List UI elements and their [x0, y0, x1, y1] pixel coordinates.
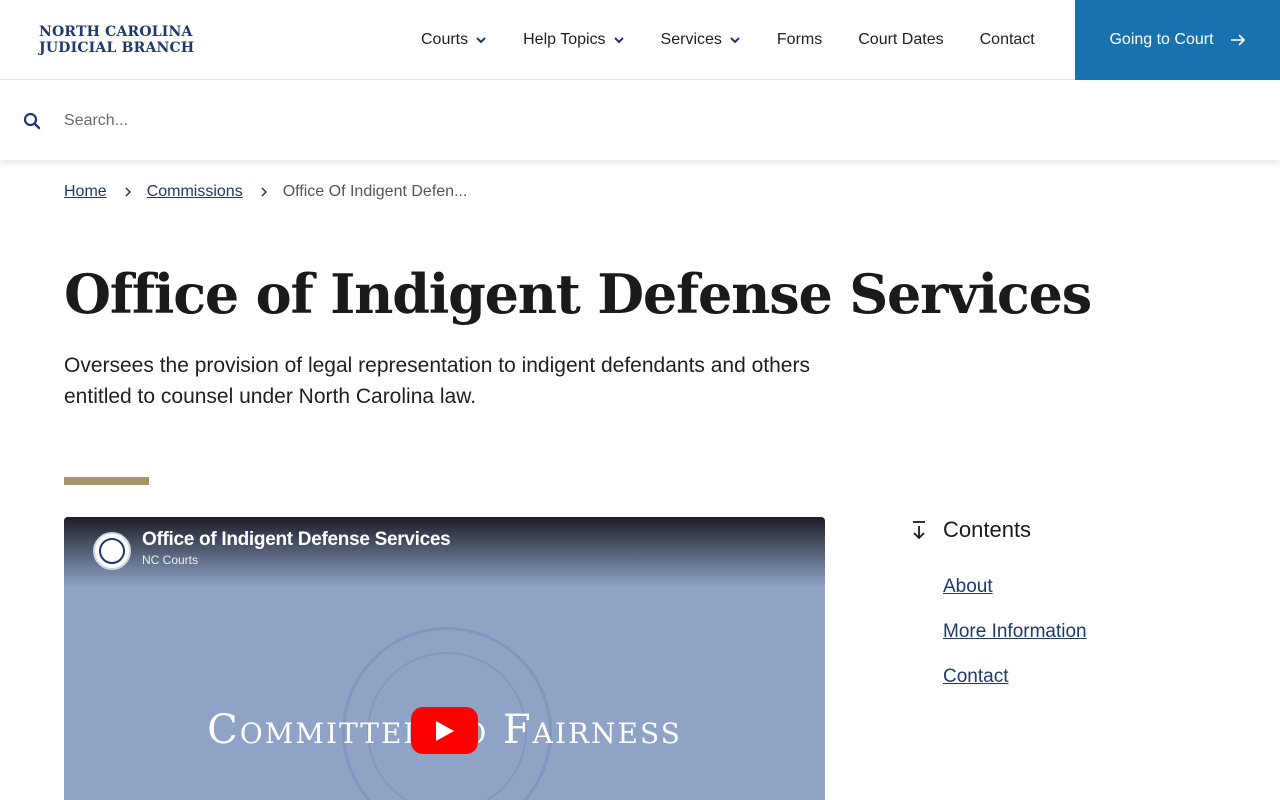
chevron-right-icon — [260, 187, 268, 197]
chevron-right-icon — [124, 187, 132, 197]
chevron-down-icon — [475, 34, 487, 46]
nav-forms[interactable]: Forms — [759, 0, 840, 80]
arrow-right-icon — [1230, 33, 1246, 47]
nav-contact[interactable]: Contact — [962, 0, 1053, 80]
list-item: About — [943, 576, 1087, 621]
breadcrumb: Home Commissions Office Of Indigent Defe… — [64, 183, 467, 201]
site-logo[interactable]: NORTH CAROLINA JUDICIAL BRANCH — [39, 24, 194, 56]
nav-court-dates[interactable]: Court Dates — [840, 0, 961, 80]
logo-line-2: JUDICIAL BRANCH — [39, 40, 195, 56]
accent-divider — [64, 477, 149, 485]
nav-help-topics-label: Help Topics — [523, 31, 606, 48]
video-channel: NC Courts — [142, 553, 199, 567]
nav-services-label: Services — [660, 31, 722, 48]
nav-forms-label: Forms — [776, 31, 823, 48]
breadcrumb-commissions[interactable]: Commissions — [147, 183, 243, 201]
search-icon[interactable] — [23, 112, 41, 130]
nav-courts-label: Courts — [421, 31, 469, 48]
search-input[interactable] — [64, 108, 664, 134]
contents-list: About More Information Contact — [943, 576, 1087, 711]
contents-link-about[interactable]: About — [943, 576, 993, 597]
page-title: Office of Indigent Defense Services — [64, 262, 1092, 326]
channel-avatar[interactable] — [93, 532, 131, 570]
main-nav: Courts Help Topics Services Forms Court … — [403, 0, 1053, 80]
nav-help-topics[interactable]: Help Topics — [505, 0, 642, 80]
page-lead: Oversees the provision of legal represen… — [64, 354, 810, 408]
list-item: More Information — [943, 621, 1087, 666]
search-bar — [0, 81, 1280, 160]
going-to-court-label: Going to Court — [1109, 31, 1214, 48]
contents-link-contact[interactable]: Contact — [943, 666, 1008, 687]
video-header — [64, 517, 825, 587]
nav-contact-label: Contact — [979, 31, 1035, 48]
play-button[interactable] — [411, 707, 478, 754]
arrow-down-icon — [910, 520, 928, 540]
going-to-court-button[interactable]: Going to Court — [1075, 0, 1280, 80]
video-embed[interactable]: Office of Indigent Defense Services NC C… — [64, 517, 825, 800]
video-title[interactable]: Office of Indigent Defense Services — [142, 529, 451, 551]
logo-line-1: NORTH CAROLINA — [39, 24, 193, 40]
chevron-down-icon — [729, 34, 741, 46]
play-icon — [435, 720, 454, 741]
contents-header: Contents — [910, 517, 1031, 543]
list-item: Contact — [943, 666, 1087, 711]
contents-link-more-information[interactable]: More Information — [943, 621, 1087, 642]
chevron-down-icon — [613, 34, 625, 46]
breadcrumb-home[interactable]: Home — [64, 183, 107, 201]
nav-court-dates-label: Court Dates — [858, 31, 944, 48]
site-header: NORTH CAROLINA JUDICIAL BRANCH Courts He… — [0, 0, 1280, 80]
nav-services[interactable]: Services — [643, 0, 759, 80]
nav-courts[interactable]: Courts — [403, 0, 505, 80]
breadcrumb-current: Office Of Indigent Defen... — [282, 183, 468, 200]
contents-heading: Contents — [943, 517, 1032, 542]
